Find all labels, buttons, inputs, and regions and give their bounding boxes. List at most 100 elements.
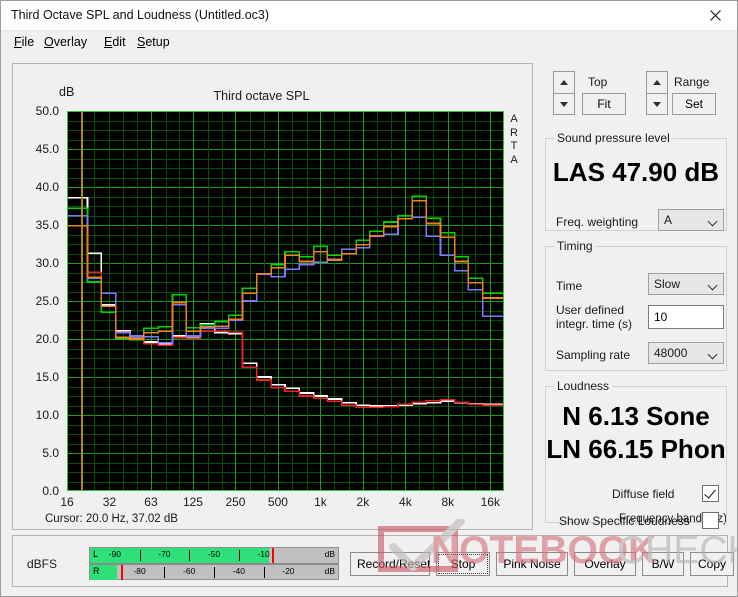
time-label: Time bbox=[556, 279, 583, 293]
sampling-rate-value: 48000 bbox=[654, 346, 688, 360]
bw-button[interactable]: B/W bbox=[642, 552, 684, 576]
y-axis-tick-label: 30.0 bbox=[35, 256, 59, 270]
meter-row-l: L -90 -70 -50 -10 dB bbox=[90, 548, 338, 563]
meter-tick-label: -90 bbox=[108, 549, 121, 559]
spl-group-label: Sound pressure level bbox=[557, 131, 670, 145]
meter-tick-label: -40 bbox=[232, 566, 245, 576]
loudness-sone-value: N 6.13 Sone bbox=[562, 401, 710, 431]
menu-item-overlay[interactable]: Overlay bbox=[41, 34, 90, 50]
copy-button[interactable]: Copy bbox=[690, 552, 734, 576]
spl-curves bbox=[67, 195, 504, 409]
range-spinner-up[interactable] bbox=[646, 71, 668, 93]
x-axis-tick-label: 125 bbox=[182, 495, 203, 509]
close-icon bbox=[709, 10, 721, 21]
timing-group-label: Timing bbox=[557, 239, 593, 253]
integr-time-label-line1: User defined bbox=[556, 303, 625, 317]
menu-item-file[interactable]: File bbox=[11, 34, 37, 50]
title-bar: Third Octave SPL and Loudness (Untitled.… bbox=[1, 1, 737, 31]
set-button[interactable]: Set bbox=[672, 93, 716, 115]
window-title: Third Octave SPL and Loudness (Untitled.… bbox=[11, 8, 270, 22]
range-spinner-down[interactable] bbox=[646, 93, 668, 115]
arta-letter: T bbox=[510, 140, 518, 152]
freq-weighting-value: A bbox=[664, 213, 673, 227]
meter-peak-marker bbox=[121, 565, 123, 580]
timing-group: Timing Time Slow User defined integr. ti… bbox=[545, 239, 727, 371]
y-axis-tick-label: 0.0 bbox=[42, 484, 59, 498]
arta-third-octave-window: Third Octave SPL and Loudness (Untitled.… bbox=[0, 0, 738, 597]
cursor-readout: Cursor: 20.0 Hz, 37.02 dB bbox=[45, 513, 178, 525]
top-spinner-down[interactable] bbox=[553, 93, 575, 115]
y-axis-tick-label: 10.0 bbox=[35, 408, 59, 422]
sampling-rate-label: Sampling rate bbox=[556, 348, 631, 362]
menu-item-setup[interactable]: Setup bbox=[134, 34, 173, 50]
meter-unit-label: dB bbox=[324, 549, 335, 559]
time-select[interactable]: Slow bbox=[648, 273, 724, 295]
integr-time-input[interactable]: 10 bbox=[648, 305, 724, 329]
overlay-button[interactable]: Overlay bbox=[574, 552, 636, 576]
meter-tick-mark bbox=[238, 550, 240, 561]
meter-tick-mark bbox=[164, 567, 166, 578]
y-axis-tick-label: 25.0 bbox=[35, 294, 59, 308]
arta-letter: R bbox=[510, 126, 518, 139]
stop-button[interactable]: Stop bbox=[436, 552, 490, 576]
meter-tick-label: -70 bbox=[158, 549, 171, 559]
close-button[interactable] bbox=[693, 1, 737, 30]
arta-letter: A bbox=[510, 153, 518, 166]
top-spinner-up[interactable] bbox=[553, 71, 575, 93]
show-specific-loudness-label: Show Specific Loudness bbox=[559, 514, 690, 528]
y-axis-tick-label: 40.0 bbox=[35, 180, 59, 194]
y-axis-ticks: 50.0 45.0 40.0 35.0 30.0 25.0 20.0 15.0 10.0 5.0 0… bbox=[9, 104, 59, 498]
freq-weighting-select[interactable]: A bbox=[658, 209, 724, 231]
fit-button[interactable]: Fit bbox=[582, 93, 626, 115]
meter-tick-mark bbox=[263, 567, 265, 578]
meter-unit-label: dB bbox=[324, 566, 335, 576]
chevron-down-icon bbox=[709, 282, 717, 290]
x-axis-tick-label: 500 bbox=[267, 495, 288, 509]
chevron-down-icon bbox=[709, 218, 717, 226]
x-axis-tick-label: 32 bbox=[102, 495, 117, 509]
time-value: Slow bbox=[654, 277, 681, 291]
y-axis-tick-label: 50.0 bbox=[35, 104, 59, 118]
spl-chart-canvas[interactable] bbox=[67, 111, 504, 491]
integr-time-value: 10 bbox=[654, 310, 668, 324]
sound-pressure-level-group: Sound pressure level LAS 47.90 dB Freq. … bbox=[545, 131, 727, 231]
meter-tick-mark bbox=[214, 567, 215, 578]
range-spinner[interactable] bbox=[646, 71, 668, 115]
loudness-group-label: Loudness bbox=[557, 379, 610, 393]
spl-curve-overlay-white bbox=[67, 196, 504, 407]
menu-edit-rest: dit bbox=[112, 35, 126, 49]
record-reset-button[interactable]: Record/Reset bbox=[350, 552, 430, 576]
x-axis-ticks: 16 32 63 125 250 500 1k 2k 4k 8k 16k bbox=[60, 495, 504, 513]
arta-watermark-label: ARTA bbox=[507, 113, 521, 167]
x-axis-tick-label: 250 bbox=[225, 495, 246, 509]
y-axis-tick-label: 15.0 bbox=[35, 370, 59, 384]
meter-tick-label: -80 bbox=[133, 566, 146, 576]
dbfs-level-meter: L -90 -70 -50 -10 dB R -80 -60 -40 -20 dB bbox=[89, 547, 339, 580]
chart-title: Third octave SPL bbox=[213, 89, 310, 103]
meter-channel-label: L bbox=[93, 549, 99, 559]
dbfs-label: dBFS bbox=[27, 557, 58, 571]
sampling-rate-select[interactable]: 48000 bbox=[648, 342, 724, 364]
meter-tick-label: -10 bbox=[257, 549, 270, 559]
y-axis-tick-label: 20.0 bbox=[35, 332, 59, 346]
chart-cursor-line[interactable] bbox=[81, 111, 83, 491]
x-axis-tick-label: 16 bbox=[60, 495, 74, 509]
meter-row-r: R -80 -60 -40 -20 dB bbox=[90, 565, 338, 580]
diffuse-field-checkbox[interactable] bbox=[702, 485, 719, 502]
x-axis-tick-label: 8k bbox=[441, 495, 455, 509]
freq-weighting-label: Freq. weighting bbox=[556, 215, 639, 229]
meter-tick-label: -20 bbox=[282, 566, 295, 576]
y-axis-tick-label: 45.0 bbox=[35, 142, 59, 156]
show-specific-loudness-checkbox[interactable] bbox=[702, 512, 719, 529]
meter-tick-mark bbox=[139, 550, 141, 561]
pink-noise-button[interactable]: Pink Noise bbox=[496, 552, 568, 576]
range-label: Range bbox=[674, 75, 710, 89]
menu-item-edit[interactable]: Edit bbox=[101, 34, 129, 50]
menu-bar: File Overlay Edit Setup bbox=[1, 31, 737, 53]
x-axis-tick-label: 4k bbox=[399, 495, 412, 509]
meter-tick-label: -50 bbox=[207, 549, 221, 559]
meter-tick-label: -60 bbox=[183, 566, 196, 576]
y-axis-tick-label: 5.0 bbox=[42, 446, 59, 460]
top-spinner[interactable] bbox=[553, 71, 575, 115]
meter-tick-mark bbox=[189, 550, 191, 561]
